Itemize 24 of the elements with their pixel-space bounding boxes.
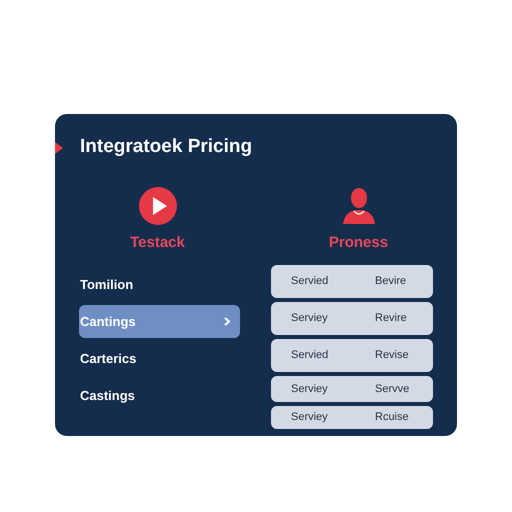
play-icon	[138, 186, 178, 226]
table-cell-text: Servied	[290, 274, 330, 290]
table-cell-text: Revise	[374, 348, 409, 364]
table-row[interactable]: Servied Bevire	[271, 265, 433, 298]
menu-item[interactable]: Castings	[79, 379, 240, 412]
chevron-icon	[224, 317, 230, 326]
table-cell-text: Revire	[374, 311, 407, 326]
column-heading: Proness	[328, 234, 388, 252]
menu-item[interactable]: Carterics	[79, 342, 240, 375]
menu-item[interactable]: Tomilion	[79, 268, 240, 301]
table-cell-text: Servied	[290, 348, 330, 364]
table-cell-text: Serviey	[290, 311, 329, 326]
table-row[interactable]: Serviey Servve	[271, 376, 433, 402]
table-cell-text: Serviey	[290, 382, 329, 397]
card-title: Integratoek Pricing	[80, 136, 252, 157]
table-cell-text: Rcuise	[374, 410, 409, 426]
table-row[interactable]: Serviey Revire	[271, 302, 433, 335]
column-heading: Testack	[130, 234, 185, 252]
table-cell-text: Serviey	[290, 410, 329, 426]
marker-icon	[55, 142, 63, 154]
table-row[interactable]: Servied Revise	[271, 339, 433, 372]
table-cell-text: Bevire	[374, 274, 406, 290]
table-cell-text: Servve	[374, 382, 410, 397]
table-row[interactable]: Serviey Rcuise	[271, 406, 433, 429]
